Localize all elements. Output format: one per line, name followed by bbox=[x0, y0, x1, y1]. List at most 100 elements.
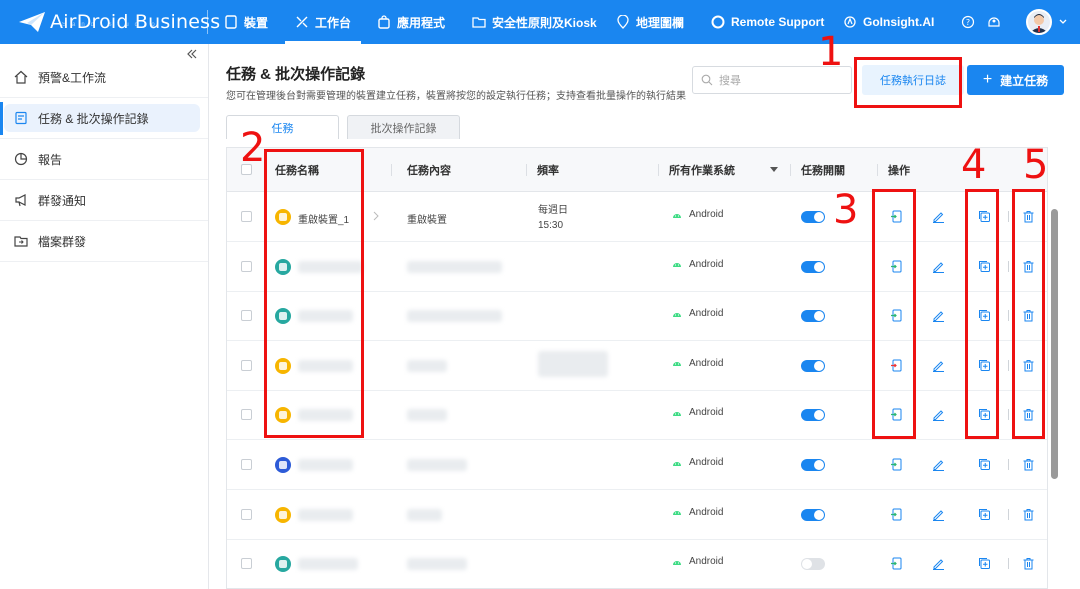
edit-icon[interactable] bbox=[932, 557, 945, 571]
sidebar-item-notifications[interactable]: 群發通知 bbox=[0, 180, 208, 221]
task-toggle[interactable] bbox=[801, 459, 825, 471]
row-checkbox[interactable] bbox=[241, 409, 252, 421]
edit-icon[interactable] bbox=[932, 359, 945, 372]
task-toggle[interactable] bbox=[801, 310, 825, 323]
page-title: 任務 & 批次操作記錄 bbox=[226, 66, 366, 83]
column-task-content: 任務內容 bbox=[407, 165, 451, 177]
edit-icon[interactable] bbox=[932, 210, 945, 223]
nav-security-kiosk[interactable]: 安全性原則及Kiosk bbox=[472, 0, 597, 44]
android-icon bbox=[673, 263, 681, 268]
row-checkbox[interactable] bbox=[241, 508, 252, 520]
column-task-switch: 任務開關 bbox=[801, 165, 845, 177]
delete-icon[interactable] bbox=[1022, 557, 1035, 570]
task-frequency-day: 每週日 bbox=[538, 205, 568, 216]
chevron-right-icon[interactable] bbox=[373, 211, 379, 221]
blurred-frequency bbox=[538, 350, 608, 377]
task-type-icon bbox=[275, 506, 291, 523]
folder-icon bbox=[14, 236, 28, 247]
annotation-number-2: 2 bbox=[240, 125, 266, 171]
tab-batch-records[interactable]: 批次操作記錄 bbox=[347, 115, 460, 139]
nav-geofence[interactable]: 地理圍欄 bbox=[616, 0, 684, 44]
edit-icon[interactable] bbox=[932, 508, 945, 521]
blurred-task-name bbox=[298, 508, 353, 521]
edit-icon[interactable] bbox=[932, 309, 945, 323]
nav-remote-support[interactable]: Remote Support bbox=[711, 0, 824, 44]
blurred-task-name bbox=[298, 558, 358, 571]
blurred-task-content bbox=[407, 459, 467, 471]
os-cell: Android bbox=[672, 358, 723, 369]
plus-icon: + bbox=[982, 71, 993, 88]
android-icon bbox=[673, 312, 681, 317]
copy-icon[interactable] bbox=[978, 508, 991, 521]
annotation-box-1 bbox=[854, 57, 962, 108]
action-separator bbox=[1008, 211, 1009, 222]
avatar[interactable] bbox=[1026, 9, 1052, 35]
row-checkbox[interactable] bbox=[241, 310, 252, 322]
action-separator bbox=[1008, 508, 1009, 520]
delete-icon[interactable] bbox=[1022, 458, 1035, 471]
blurred-task-content bbox=[407, 260, 502, 273]
row-checkbox[interactable] bbox=[241, 260, 252, 272]
row-checkbox[interactable] bbox=[241, 558, 252, 570]
support-icon[interactable] bbox=[987, 12, 1001, 32]
row-checkbox[interactable] bbox=[241, 359, 252, 371]
task-toggle[interactable] bbox=[801, 359, 825, 372]
sidebar-item-alerts-workflow[interactable]: 預警&工作流 bbox=[0, 57, 208, 98]
os-cell: Android bbox=[672, 407, 723, 418]
edit-icon[interactable] bbox=[932, 458, 945, 471]
column-os[interactable]: 所有作業系統 bbox=[669, 148, 735, 192]
action-separator bbox=[1008, 260, 1009, 272]
execute-icon[interactable] bbox=[890, 557, 903, 570]
paper-plane-icon bbox=[19, 12, 45, 32]
row-checkbox[interactable] bbox=[241, 211, 252, 222]
blurred-task-content bbox=[407, 359, 447, 372]
nav-devices[interactable]: 裝置 bbox=[224, 0, 268, 44]
bag-icon bbox=[378, 15, 390, 29]
task-toggle[interactable] bbox=[801, 211, 825, 223]
search-placeholder: 搜尋 bbox=[719, 75, 741, 87]
chevron-down-icon[interactable] bbox=[1058, 12, 1068, 32]
page-description: 您可在管理後台對需要管理的裝置建立任務，裝置將按您的設定執行任務；支持查看批量操… bbox=[226, 91, 686, 102]
create-task-button[interactable]: + 建立任務 bbox=[967, 65, 1064, 95]
sidebar-item-reports[interactable]: 報告 bbox=[0, 139, 208, 180]
copy-icon[interactable] bbox=[978, 458, 991, 471]
action-separator bbox=[1008, 409, 1009, 421]
task-toggle[interactable] bbox=[801, 409, 825, 422]
column-actions: 操作 bbox=[888, 165, 910, 177]
annotation-box-5 bbox=[1012, 189, 1045, 439]
megaphone-icon bbox=[15, 194, 26, 207]
row-checkbox[interactable] bbox=[241, 459, 252, 470]
sidebar-item-tasks[interactable]: 任務 & 批次操作記錄 bbox=[0, 98, 208, 139]
blurred-task-name bbox=[298, 459, 353, 471]
task-toggle[interactable] bbox=[801, 508, 825, 521]
edit-icon[interactable] bbox=[932, 260, 945, 273]
os-filter-caret-icon[interactable] bbox=[770, 167, 778, 173]
location-icon bbox=[617, 15, 629, 29]
sidebar-item-file-transfer[interactable]: 檔案群發 bbox=[0, 221, 208, 262]
os-cell: Android bbox=[672, 457, 723, 468]
task-toggle[interactable] bbox=[801, 558, 825, 571]
nav-goinsight[interactable]: GoInsight.AI bbox=[843, 0, 934, 44]
delete-icon[interactable] bbox=[1022, 508, 1035, 521]
help-icon[interactable]: ? bbox=[961, 12, 975, 32]
pie-icon bbox=[14, 152, 28, 166]
copy-icon[interactable] bbox=[978, 557, 991, 570]
action-separator bbox=[1008, 359, 1009, 371]
execute-icon[interactable] bbox=[890, 458, 903, 471]
tools-icon bbox=[296, 16, 308, 28]
task-icon bbox=[15, 111, 27, 125]
table-row[interactable]: Android bbox=[227, 539, 1047, 588]
scrollbar-thumb[interactable] bbox=[1051, 209, 1058, 479]
ai-icon bbox=[844, 16, 856, 28]
execute-icon[interactable] bbox=[890, 508, 903, 521]
table-row[interactable]: Android bbox=[227, 490, 1047, 540]
column-frequency: 頻率 bbox=[537, 165, 559, 177]
nav-apps[interactable]: 應用程式 bbox=[377, 0, 445, 44]
task-toggle[interactable] bbox=[801, 260, 825, 273]
edit-icon[interactable] bbox=[932, 408, 945, 422]
table-row[interactable]: Android bbox=[227, 440, 1047, 490]
os-cell: Android bbox=[672, 308, 723, 319]
blurred-task-content bbox=[407, 310, 502, 323]
nav-workbench[interactable]: 工作台 bbox=[284, 0, 362, 44]
logo-subtext: Sand Studio bbox=[62, 22, 161, 28]
